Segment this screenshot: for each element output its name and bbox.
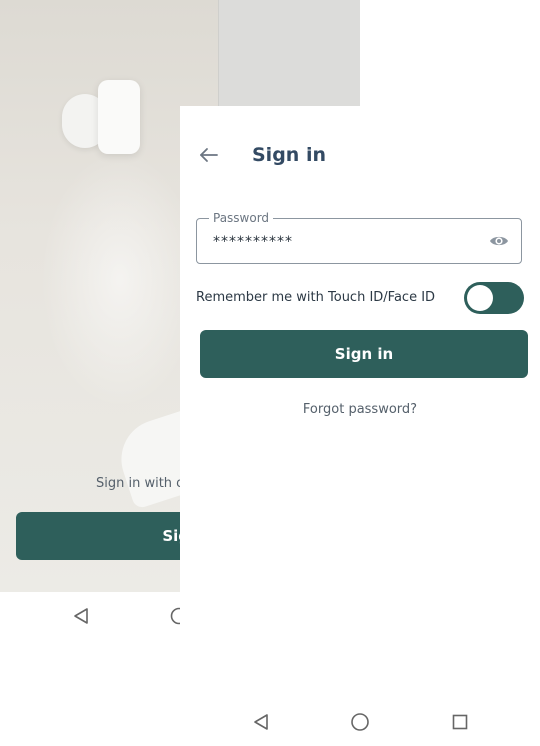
remember-me-label: Remember me with Touch ID/Face ID: [196, 290, 436, 305]
eye-icon[interactable]: [489, 233, 509, 249]
background-nav-back-icon[interactable]: [72, 607, 90, 629]
back-button[interactable]: [198, 146, 220, 168]
signin-sheet: Sign in Password ********** Remember me …: [180, 106, 540, 746]
wall-lamp: [98, 80, 140, 154]
lamp-light: [40, 150, 200, 410]
background-signin-hint: Sign in with o: [96, 476, 185, 491]
nav-home-icon[interactable]: [350, 712, 370, 736]
signin-button[interactable]: Sign in: [200, 330, 528, 378]
page-title: Sign in: [252, 144, 326, 166]
arrow-left-icon: [199, 147, 219, 167]
password-label: Password: [209, 211, 274, 225]
nav-back-icon[interactable]: [252, 713, 270, 735]
password-field[interactable]: Password **********: [196, 211, 522, 264]
forgot-password-link[interactable]: Forgot password?: [180, 402, 540, 417]
password-input[interactable]: **********: [213, 234, 473, 250]
remember-me-toggle[interactable]: [464, 282, 524, 314]
nav-recent-icon[interactable]: [452, 714, 468, 734]
toggle-knob: [467, 285, 493, 311]
